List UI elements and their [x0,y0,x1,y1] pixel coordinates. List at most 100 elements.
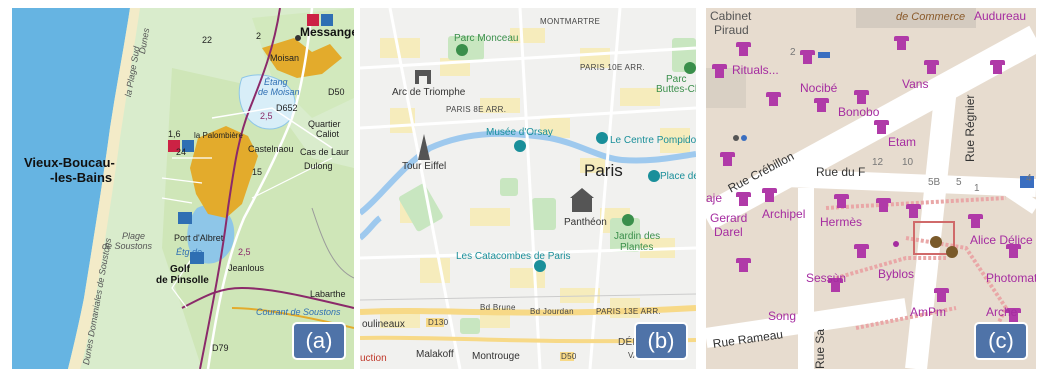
label-aje: aje [706,191,723,205]
clothes-shop-icon [924,60,939,74]
label-paris: Paris [584,161,623,180]
clothes-shop-icon [854,244,869,258]
clothes-shop-icon [934,288,949,302]
label-rue-sa: Rue Sa [813,328,827,369]
label-uction: uction [360,353,387,364]
label-n22: 22 [202,35,213,45]
map-panel-c[interactable]: Cabinet Piraud de Commerce Audureau Ritu… [706,8,1036,369]
label-cas-de-laur: Cas de Laur [300,147,350,157]
label-n4: 4 [1026,173,1032,184]
figure: Messanges Vieux-Boucau- -les-Bains Moisa… [0,0,1043,369]
label-n24: 24 [176,147,187,157]
label-pantheon: Panthéon [564,217,607,228]
label-moisan: Moisan [270,53,300,63]
label-n12: 12 [872,157,884,168]
label-song: Song [768,309,797,323]
label-courant: Courant de Soustons [256,307,341,317]
label-commerce: de Commerce [896,11,966,23]
label-ampm: AmPm [910,305,946,319]
label-d79: D79 [212,343,229,353]
label-arche: Arche [986,305,1018,319]
panel-badge-a: (a) [292,322,346,360]
label-darel: Darel [714,225,743,239]
clothes-shop-icon [736,258,751,272]
label-jardin-2: Plantes [620,242,654,253]
label-alice-delice: Alice Délice [970,233,1033,247]
label-n25b: 2,5 [260,111,273,121]
clothes-shop-icon [876,198,891,212]
clothes-shop-icon [762,188,777,202]
label-rue-regnier: Rue Régnier [963,94,977,162]
label-vieux-boucau-2: -les-Bains [50,170,113,185]
label-catacombes: Les Catacombes de Paris [456,251,571,262]
panel-badge-b: (b) [634,322,688,360]
label-tour-eiffel: Tour Eiffel [402,161,447,172]
clothes-shop-icon [736,192,751,206]
label-plage-1: Plage [122,231,146,241]
label-golf-2: de Pinsolle [156,275,209,286]
label-paris10: PARIS 10E ARR. [580,63,645,72]
label-n15: 15 [252,167,263,177]
label-photomat: Photomat [986,271,1036,285]
label-sessun: Sessùn [806,271,847,285]
panel-badge-c: (c) [974,322,1028,360]
label-n5b: 5B [928,177,941,188]
label-hermes: Hermès [820,215,863,229]
label-musee-orsay: Musée d'Orsay [486,127,553,138]
label-n16: 1,6 [168,129,181,139]
clothes-shop-icon [990,60,1005,74]
label-n10: 10 [902,157,914,168]
map-panel-a[interactable]: Messanges Vieux-Boucau- -les-Bains Moisa… [12,8,354,369]
label-d50: D50 [328,87,345,97]
label-montrouge: Montrouge [472,351,520,362]
label-d652: D652 [276,103,298,113]
label-n25: 2,5 [238,247,251,257]
clothes-shop-icon [834,194,849,208]
label-gerard: Gerard [710,211,748,225]
label-d130: D130 [428,318,449,327]
label-jardin-1: Jardin des [614,231,661,242]
label-centre-pompidou: Le Centre Pompidou [610,135,696,146]
label-caliot: Caliot [316,129,340,139]
label-golf-1: Golf [170,264,190,275]
clothes-shop-icon [712,64,727,78]
label-n2: 2 [256,31,262,41]
label-etang-2: de Moisan [258,87,300,97]
label-n1: 1 [974,183,980,194]
label-byblos: Byblos [878,267,915,281]
label-etg-de: Étg de [176,247,203,257]
clothes-shop-icon [736,42,751,56]
clothes-shop-icon [874,120,889,134]
clothes-shop-icon [800,50,815,64]
label-cabinet: Cabinet [710,9,752,23]
label-n2: 2 [790,47,796,58]
label-quartier: Quartier [308,119,341,129]
label-paris8: PARIS 8E ARR. [446,105,507,114]
label-bonobo: Bonobo [838,105,880,119]
clothes-shop-icon [854,90,869,104]
label-moulineaux: oulineaux [362,319,405,330]
label-jeanlous: Jeanlous [228,263,265,273]
label-la-palombiere: la Palombière [194,131,243,140]
label-paris13: PARIS 13E ARR. [596,307,661,316]
label-vans: Vans [902,77,929,91]
label-montmartre: MONTMARTRE [540,17,601,26]
label-malakoff: Malakoff [416,349,454,360]
label-rituals: Rituals... [732,63,779,77]
label-nocibe: Nocibé [800,81,838,95]
label-labarthe: Labarthe [310,289,346,299]
map-panel-b[interactable]: Parc Monceau MONTMARTRE PARIS 10E ARR. P… [360,8,696,369]
label-messanges: Messanges [300,25,354,39]
label-bd-brune: Bd Brune [480,303,516,312]
label-place-de-l: Place de l [660,171,696,182]
clothes-shop-icon [766,92,781,106]
label-parc-monceau: Parc Monceau [454,33,519,44]
label-d50: D50 [561,352,577,361]
label-etang-1: Étang [264,77,288,87]
clothes-shop-icon [894,36,909,50]
label-etam: Etam [888,135,917,149]
label-castelnaou: Castelnaou [248,144,294,154]
clothes-shop-icon [968,214,983,228]
clothes-shop-icon [814,98,829,112]
label-archipel: Archipel [762,207,806,221]
